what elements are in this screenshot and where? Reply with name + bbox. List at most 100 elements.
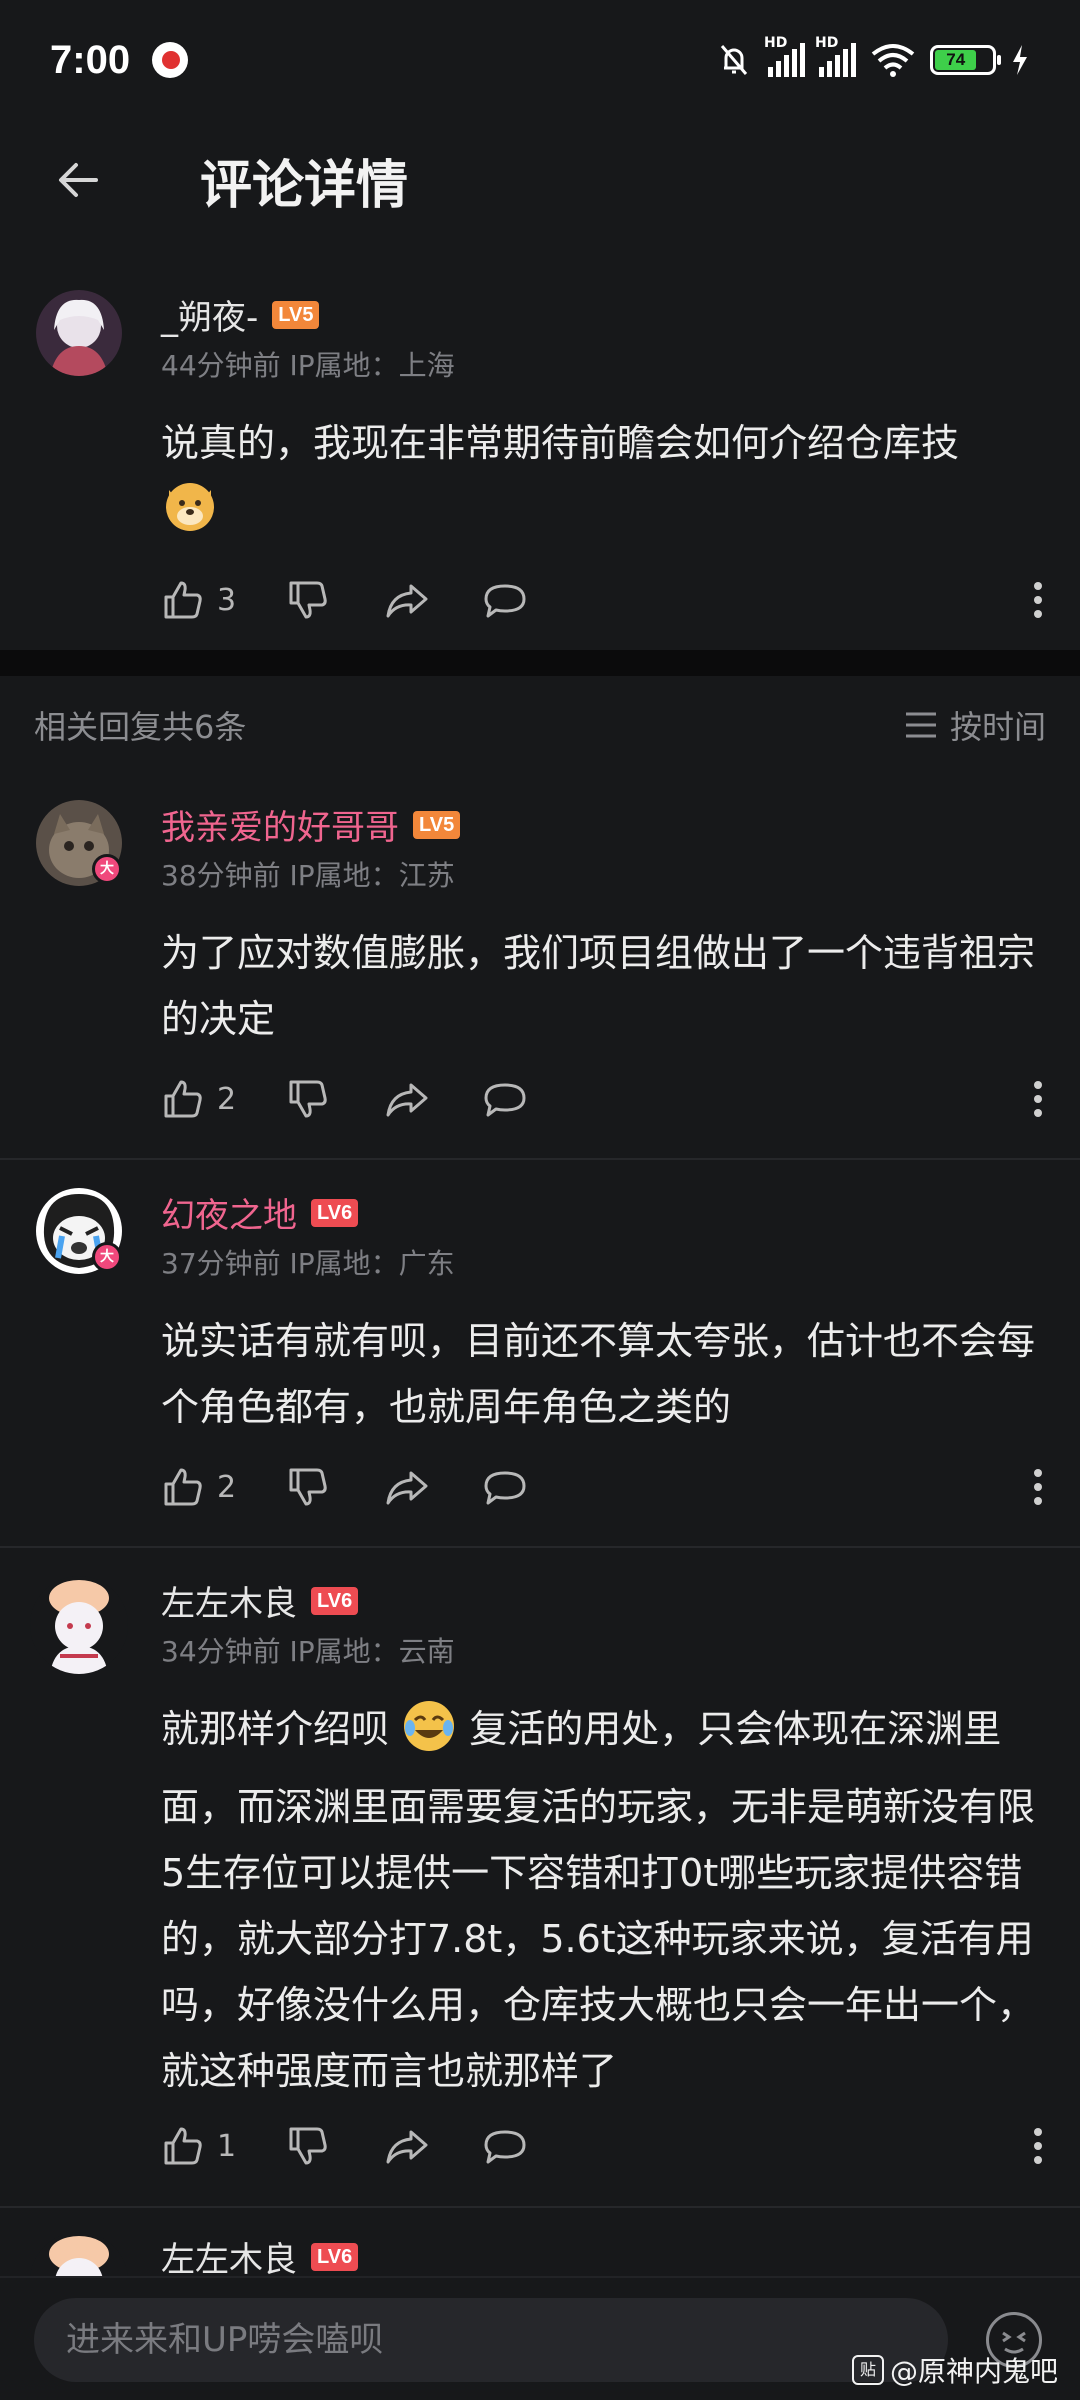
vip-badge: 大 (92, 854, 122, 884)
signal-icon-2: HD (815, 35, 856, 77)
reply-username[interactable]: 左左木良 LV6 (161, 1576, 359, 1625)
battery-icon: 74 (930, 45, 1001, 75)
reply-item: 大 幻夜之地 LV6 37分钟前 IP属地：广东 说实话有就有呗，目前还不算太夸… (0, 1188, 1080, 1538)
top-bar: 评论详情 (0, 120, 1080, 240)
status-bar: 7:00 HD HD 74 (0, 0, 1080, 120)
reply-button[interactable] (482, 1077, 528, 1121)
thumbs-down-icon (289, 1468, 327, 1506)
username-text[interactable]: _朔夜- (161, 290, 258, 339)
sort-label: 按时间 (949, 708, 1046, 746)
dislike-button[interactable] (286, 1077, 330, 1121)
reply-content: 就那样介绍呗 复活的用处，只会体现在深渊里面，而深渊里面需要复活的玩家，无非是萌… (161, 1696, 1041, 2104)
share-button[interactable] (384, 1077, 430, 1121)
reply-username[interactable]: 我亲爱的好哥哥 LV5 (161, 800, 461, 849)
thumbs-down-icon (289, 1080, 327, 1118)
watermark-text: @原神内鬼吧 (890, 2355, 1059, 2388)
tieba-logo-icon: 贴 (852, 2355, 884, 2385)
battery-level: 74 (935, 50, 977, 70)
thumbs-up-icon (164, 1468, 202, 1506)
like-button[interactable]: 1 (161, 2124, 236, 2168)
comment-text: 说真的，我现在非常期待前瞻会如何介绍仓库技 (161, 421, 960, 465)
comment-meta: 44分钟前 IP属地：上海 (161, 349, 455, 382)
share-button[interactable] (384, 2124, 430, 2168)
more-options-icon[interactable] (1032, 580, 1044, 620)
dislike-button[interactable] (286, 1465, 330, 1509)
share-icon (386, 2130, 428, 2164)
page-title: 评论详情 (200, 155, 409, 216)
bell-muted-icon (720, 45, 748, 75)
reply-actions: 2 (161, 1069, 1044, 1129)
status-icons: HD HD 74 (714, 35, 1030, 80)
doge-emoji-icon (161, 476, 219, 554)
reply-button[interactable] (482, 2124, 528, 2168)
sort-button[interactable]: 按时间 (904, 702, 1046, 748)
share-icon (386, 584, 428, 618)
reply-meta: 34分钟前 IP属地：云南 (161, 1635, 455, 1668)
dislike-button[interactable] (286, 578, 330, 622)
back-arrow-icon[interactable] (50, 152, 106, 208)
avatar[interactable] (30, 2232, 128, 2276)
reply-item: 左左木良 LV6 34分钟前 IP属地：云南 就那样介绍呗 复活的用处，只会体现… (0, 1576, 1080, 2176)
reply-button[interactable] (482, 578, 528, 622)
dislike-button[interactable] (286, 2124, 330, 2168)
like-button[interactable]: 3 (161, 578, 236, 622)
sort-lines-icon (905, 712, 936, 738)
username-text[interactable]: 左左木良 (161, 2232, 297, 2276)
thumbs-up-icon (164, 581, 202, 619)
level-badge: LV5 (272, 300, 320, 329)
comment-bubble-icon (484, 2130, 526, 2164)
like-button[interactable]: 2 (161, 1077, 236, 1121)
username-text[interactable]: 左左木良 (161, 1576, 297, 1625)
reply-meta: 37分钟前 IP属地：广东 (161, 1247, 455, 1280)
signal-icon-1: HD (764, 35, 805, 77)
reply-actions: 2 (161, 1457, 1044, 1517)
reply-actions: 1 (161, 2116, 1044, 2176)
reply-content: 说实话有就有呗，目前还不算太夸张，估计也不会每个角色都有，也就周年角色之类的 (161, 1319, 1036, 1429)
vip-badge: 大 (92, 1242, 122, 1272)
divider (0, 2206, 1080, 2208)
reply-button[interactable] (482, 1465, 528, 1509)
username-text[interactable]: 我亲爱的好哥哥 (161, 800, 399, 849)
wifi-icon (871, 44, 915, 77)
like-count: 2 (217, 1469, 237, 1505)
comment-bubble-icon (484, 1083, 526, 1117)
status-time: 7:00 (50, 37, 131, 82)
avatar[interactable] (36, 290, 122, 376)
username-text[interactable]: 幻夜之地 (161, 1188, 297, 1237)
share-button[interactable] (384, 578, 430, 622)
level-badge: LV6 (311, 1198, 359, 1227)
comment-username[interactable]: _朔夜- LV5 (161, 290, 320, 339)
reply-text-part: 复活的用处，只会体现在深渊里面，而深渊里面需要复活的玩家，无非是萌新没有限5生存… (161, 1707, 1036, 2093)
comment-content: 说真的，我现在非常期待前瞻会如何介绍仓库技 (161, 410, 1041, 554)
like-count: 1 (217, 2128, 237, 2164)
avatar[interactable] (30, 1576, 128, 1674)
thumbs-down-icon (289, 2127, 327, 2165)
thumbs-up-icon (164, 2127, 202, 2165)
share-button[interactable] (384, 1465, 430, 1509)
reply-username[interactable]: 幻夜之地 LV6 (161, 1188, 359, 1237)
notification-app-icon (152, 42, 189, 78)
comment-bubble-icon (484, 1471, 526, 1505)
more-options-icon[interactable] (1032, 2126, 1044, 2166)
comment-actions: 3 (161, 570, 1044, 630)
like-count: 3 (217, 582, 237, 618)
watermark: 贴 @原神内鬼吧 (852, 2350, 1058, 2390)
like-count: 2 (217, 1081, 237, 1117)
level-badge: LV6 (311, 2242, 359, 2271)
more-options-icon[interactable] (1032, 1079, 1044, 1119)
comment-input[interactable]: 进来来和UP唠会嗑呗 (34, 2298, 948, 2382)
thumbs-up-icon (164, 1080, 202, 1118)
reply-item: 大 我亲爱的好哥哥 LV5 38分钟前 IP属地：江苏 为了应对数值膨胀，我们项… (0, 800, 1080, 1150)
more-options-icon[interactable] (1032, 1467, 1044, 1507)
reply-content: 为了应对数值膨胀，我们项目组做出了一个违背祖宗的决定 (161, 931, 1036, 1041)
thumbs-down-icon (289, 581, 327, 619)
charging-icon (1013, 45, 1027, 75)
divider (0, 1158, 1080, 1160)
reply-username[interactable]: 左左木良 LV6 (161, 2232, 359, 2276)
laughing-crying-emoji-icon (401, 1698, 457, 1774)
section-divider (0, 650, 1080, 676)
reply-text-part: 就那样介绍呗 (161, 1707, 390, 1751)
main-comment: _朔夜- LV5 44分钟前 IP属地：上海 说真的，我现在非常期待前瞻会如何介… (0, 290, 1080, 650)
like-button[interactable]: 2 (161, 1465, 236, 1509)
reply-meta: 38分钟前 IP属地：江苏 (161, 859, 455, 892)
